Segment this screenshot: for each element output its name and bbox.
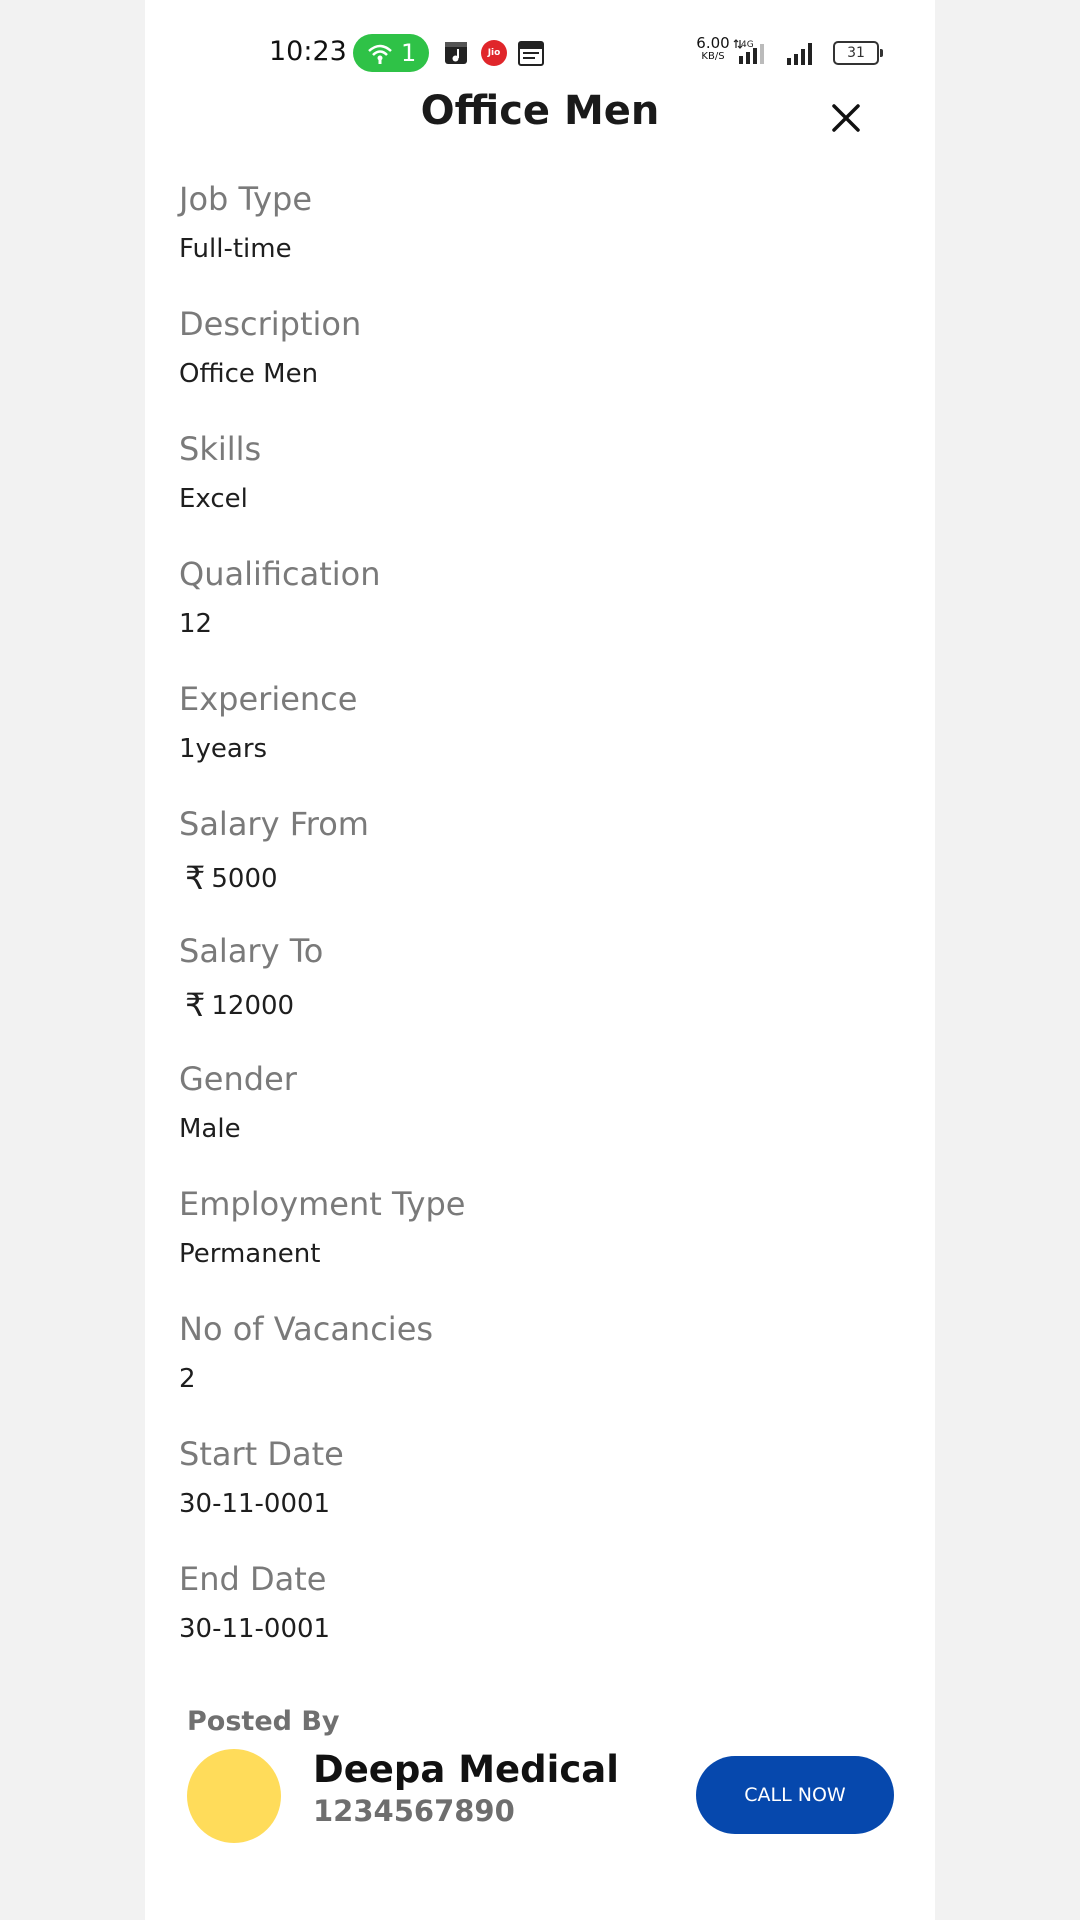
field-label: Employment Type [179,1185,466,1223]
field-value: Excel [179,484,248,514]
field-value: 1years [179,734,268,764]
field-value-row: ₹5000 [179,859,278,897]
field-value: 30-11-0001 [179,1614,331,1644]
field-label: Gender [179,1060,297,1098]
close-icon [832,104,860,132]
field-value: Permanent [179,1239,321,1269]
field-label: Description [179,305,362,343]
battery-icon: 31 [833,41,883,65]
field-label: Qualification [179,555,381,593]
hotspot-count: 1 [401,39,417,67]
hotspot-icon [368,44,392,64]
field-value-row: ₹12000 [179,986,294,1024]
poster-name: Deepa Medical [313,1748,619,1791]
status-time: 10:23 [269,36,347,67]
field-value: 5000 [211,864,278,894]
rupee-icon: ₹ [185,986,206,1024]
poster-phone: 1234567890 [313,1794,515,1828]
field-label: No of Vacancies [179,1310,434,1348]
jio-icon: Jio [481,40,507,66]
field-value: 30-11-0001 [179,1489,331,1519]
calendar-notification-icon [518,41,544,66]
call-now-button[interactable]: CALL NOW [696,1756,894,1834]
field-value: 12000 [211,991,295,1021]
network-speed-value: 6.00 [696,34,730,52]
field-value: Office Men [179,359,319,389]
field-value: Male [179,1114,241,1144]
music-notification-icon [445,42,467,64]
hotspot-indicator[interactable]: 1 [353,34,429,72]
avatar [187,1749,281,1843]
field-label: Skills [179,430,262,468]
network-speed: 6.00 KB/S [691,36,735,64]
close-button[interactable] [826,98,866,138]
signal-bars-icon [787,43,812,65]
signal-4g-icon: 4G [733,39,764,64]
field-value: Full-time [179,234,292,264]
network-type-label: 4G [741,40,754,50]
field-value: 12 [179,609,213,639]
field-label: Start Date [179,1435,344,1473]
posted-by-label: Posted By [187,1706,340,1737]
network-speed-unit: KB/S [701,51,725,62]
field-label: End Date [179,1560,327,1598]
field-value: 2 [179,1364,196,1394]
field-label: Experience [179,680,358,718]
field-label: Salary To [179,932,324,970]
rupee-icon: ₹ [185,859,206,897]
field-label: Salary From [179,805,369,843]
page-title: Office Men [420,88,660,134]
phone-screen: 10:23 1 Jio 6.00 KB/S 4G 31 Office Men J… [145,0,935,1920]
field-label: Job Type [179,180,312,218]
